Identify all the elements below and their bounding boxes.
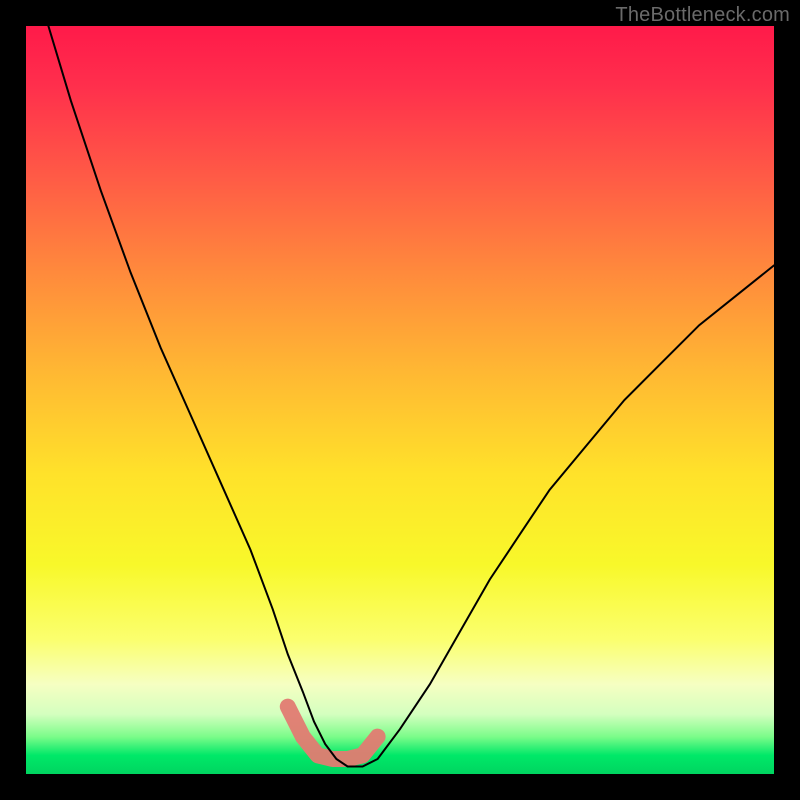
curves-svg bbox=[26, 26, 774, 774]
highlight-path bbox=[288, 707, 378, 759]
watermark-text: TheBottleneck.com bbox=[615, 4, 790, 27]
chart-frame: TheBottleneck.com bbox=[0, 0, 800, 800]
curve-path bbox=[48, 26, 774, 767]
plot-area bbox=[26, 26, 774, 774]
